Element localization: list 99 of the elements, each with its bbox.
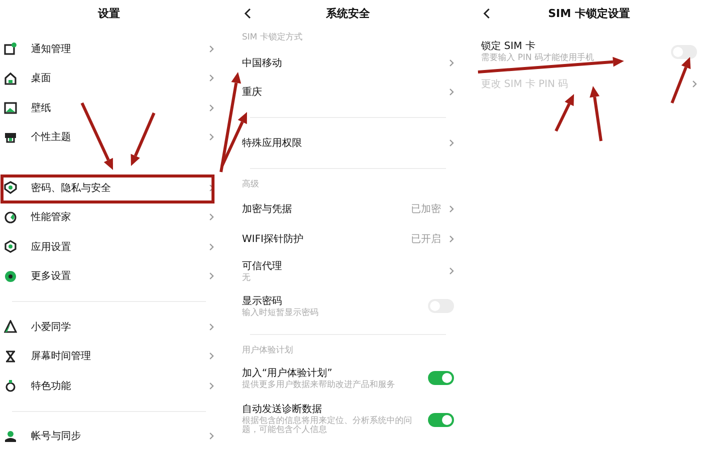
chevron-icon	[449, 205, 454, 214]
chevron-icon	[209, 272, 214, 280]
row-subtitle: 无	[242, 272, 252, 282]
settings-row[interactable]: 桌面	[4, 64, 214, 93]
account-icon	[4, 430, 17, 443]
row-subtitle: 需要输入 PIN 码才能使用手机	[481, 53, 595, 62]
settings-row[interactable]: 密码、隐私与安全	[4, 173, 214, 202]
row-title: 更多设置	[31, 270, 72, 284]
shield-icon	[4, 181, 17, 194]
screen-title: 系统安全	[326, 6, 370, 20]
settings-row[interactable]: 小爱同学	[4, 312, 214, 342]
row-title: 应用设置	[31, 240, 72, 254]
settings-row[interactable]: 锁定 SIM 卡 需要输入 PIN 码才能使用手机	[481, 34, 697, 69]
row-value: 已开启	[411, 232, 441, 246]
chevron-icon	[209, 242, 214, 251]
row-title: 帐号与同步	[31, 430, 82, 444]
row-title: 显示密码	[242, 294, 283, 308]
settings-row[interactable]: 中国移动	[242, 48, 454, 78]
settings-row[interactable]: 帐号与同步	[4, 422, 214, 451]
image-icon	[4, 101, 17, 114]
screen-title: 设置	[98, 6, 120, 20]
toggle-switch[interactable]	[428, 412, 454, 426]
section-label: SIM 卡锁定方式	[242, 31, 304, 44]
home-icon	[4, 72, 17, 85]
row-title: 加密与凭据	[242, 202, 293, 216]
row-subtitle: 提供更多用户数据来帮助改进产品和服务	[242, 380, 396, 389]
row-title: 特殊应用权限	[242, 136, 303, 150]
settings-row[interactable]: 可信代理 无	[242, 254, 454, 288]
toggle-switch[interactable]	[671, 44, 697, 58]
row-title: WIFI探针防护	[242, 232, 305, 246]
row-title: 重庆	[242, 86, 263, 100]
back-icon[interactable]	[483, 8, 490, 19]
chevron-icon	[449, 267, 454, 275]
assistant-icon	[4, 320, 17, 334]
chevron-icon	[209, 432, 214, 440]
annotation-arrow	[590, 86, 602, 142]
screen-title: SIM 卡锁定设置	[548, 6, 630, 20]
row-subtitle: 输入时短暂显示密码	[242, 308, 320, 317]
settings-row[interactable]: 重庆	[242, 78, 454, 107]
annotation-arrow	[670, 57, 691, 104]
settings-row[interactable]: 性能管家	[4, 202, 214, 232]
chevron-icon	[449, 88, 454, 96]
row-title: 可信代理	[242, 260, 283, 272]
chevron-icon	[449, 234, 454, 243]
row-title: 通知管理	[31, 42, 72, 56]
row-subtitle: 根据包含的信息将用来定位、分析系统中的问题，可能包含个人信息	[242, 416, 413, 434]
annotation-arrow	[554, 94, 574, 132]
chevron-icon	[209, 44, 214, 53]
flask-icon	[4, 379, 17, 392]
settings-row[interactable]: 个性主题	[4, 122, 214, 152]
chevron-icon	[209, 213, 214, 222]
hourglass-icon	[4, 350, 17, 363]
chevron-icon	[209, 133, 214, 142]
row-title: 加入“用户体验计划”	[242, 366, 334, 380]
settings-row[interactable]: 加密与凭据 已加密	[242, 194, 454, 224]
row-title: 壁纸	[31, 102, 52, 115]
chevron-icon	[449, 138, 454, 147]
row-title: 桌面	[31, 72, 52, 86]
settings-row[interactable]: 屏幕时间管理	[4, 342, 214, 371]
settings-row[interactable]: 自动发送诊断数据 根据包含的信息将用来定位、分析系统中的问题，可能包含个人信息	[242, 396, 454, 444]
theme-icon	[4, 130, 17, 144]
chevron-icon	[209, 104, 214, 112]
chevron-icon	[209, 382, 214, 390]
chevron-icon	[209, 74, 214, 82]
row-title: 特色功能	[31, 380, 72, 393]
toggle-switch[interactable]	[428, 371, 454, 385]
gauge-icon	[4, 210, 17, 224]
settings-row[interactable]: 加入“用户体验计划” 提供更多用户数据来帮助改进产品和服务	[242, 360, 454, 396]
row-title: 锁定 SIM 卡	[481, 40, 536, 53]
row-title: 个性主题	[31, 130, 72, 144]
row-title: 小爱同学	[31, 320, 72, 334]
annotation-arrow	[80, 102, 113, 170]
row-title: 自动发送诊断数据	[242, 402, 323, 416]
row-value: 已加密	[411, 202, 441, 216]
chevron-icon	[692, 80, 697, 88]
section-label: 高级	[242, 178, 260, 191]
chevron-icon	[209, 184, 214, 192]
section-label: 用户体验计划	[242, 344, 294, 357]
app-settings-icon	[4, 240, 17, 254]
settings-row[interactable]: WIFI探针防护 已开启	[242, 224, 454, 254]
more-icon	[4, 270, 17, 283]
settings-row[interactable]: 特殊应用权限	[242, 128, 454, 158]
settings-row[interactable]: 应用设置	[4, 232, 214, 262]
row-title: 中国移动	[242, 56, 283, 70]
row-title: 密码、隐私与安全	[31, 182, 112, 195]
chevron-icon	[449, 58, 454, 67]
settings-row[interactable]: 显示密码 输入时短暂显示密码	[242, 288, 454, 324]
row-title: 屏幕时间管理	[31, 350, 92, 364]
chevron-icon	[209, 352, 214, 360]
settings-row[interactable]: 特色功能	[4, 371, 214, 400]
settings-row[interactable]: 更多设置	[4, 262, 214, 291]
chevron-icon	[209, 322, 214, 331]
back-icon[interactable]	[244, 8, 251, 19]
row-title: 性能管家	[31, 210, 72, 224]
annotation-arrow	[130, 112, 156, 166]
settings-row[interactable]: 通知管理	[4, 34, 214, 64]
settings-row[interactable]: 壁纸	[4, 93, 214, 122]
notification-icon	[4, 42, 17, 56]
row-title: 更改 SIM 卡 PIN 码	[481, 78, 570, 91]
